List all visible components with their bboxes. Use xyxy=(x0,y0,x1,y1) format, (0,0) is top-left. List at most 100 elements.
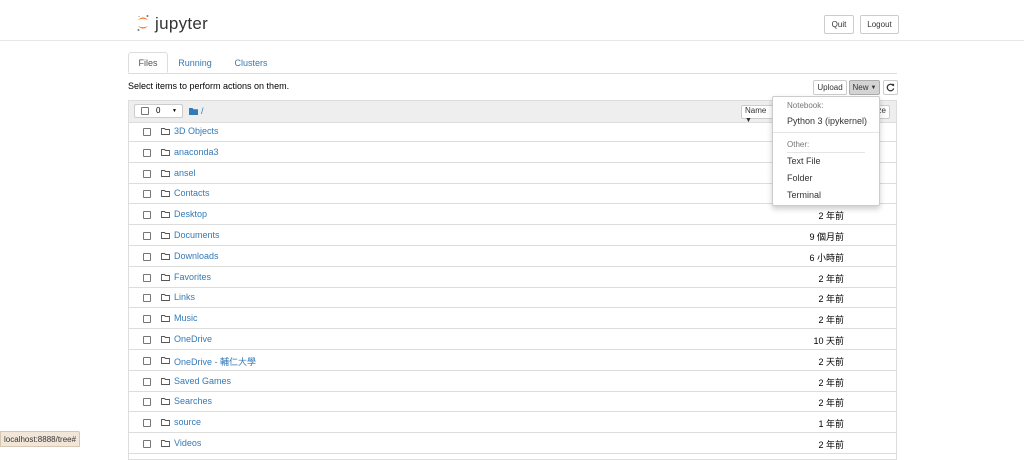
folder-icon xyxy=(161,273,170,281)
row-checkbox[interactable] xyxy=(143,294,151,303)
item-name-link[interactable]: ansel xyxy=(174,168,196,178)
item-modified-time: 10 天前 xyxy=(813,336,844,346)
item-name-link[interactable]: 3D Objects xyxy=(174,126,219,136)
row-checkbox[interactable] xyxy=(143,356,151,365)
folder-icon xyxy=(161,377,170,385)
row-checkbox[interactable] xyxy=(143,211,151,220)
item-name-link[interactable]: OneDrive xyxy=(174,334,212,344)
row-checkbox[interactable] xyxy=(143,190,151,199)
item-name-link[interactable]: Desktop xyxy=(174,209,207,219)
instructions-text: Select items to perform actions on them. xyxy=(128,81,290,91)
list-item[interactable]: Documents 9 個月前 xyxy=(129,226,896,246)
caret-down-icon: ▼ xyxy=(870,84,877,91)
item-modified-time: 2 年前 xyxy=(818,398,844,409)
item-modified-time: 9 個月前 xyxy=(809,232,844,242)
select-all-checkbox[interactable] xyxy=(141,107,149,115)
list-item[interactable]: OneDrive 10 天前 xyxy=(129,330,896,350)
row-checkbox[interactable] xyxy=(143,315,151,324)
list-item[interactable]: Downloads 6 小時前 xyxy=(129,247,896,267)
list-item[interactable]: Favorites 2 年前 xyxy=(129,268,896,288)
list-item[interactable]: Searches 2 年前 xyxy=(129,392,896,413)
folder-icon xyxy=(161,336,170,343)
breadcrumb-root[interactable]: / xyxy=(201,106,204,116)
list-item[interactable]: Desktop 2 年前 xyxy=(129,205,896,226)
list-item[interactable]: OneDrive - 輔仁大學 2 天前 xyxy=(129,351,896,371)
row-checkbox[interactable] xyxy=(143,169,151,178)
list-item[interactable]: Videos 2 年前 xyxy=(129,434,896,454)
item-name-link[interactable]: OneDrive - 輔仁大學 xyxy=(174,355,256,368)
new-dropdown-button[interactable]: New ▼ xyxy=(849,80,880,95)
item-name-link[interactable]: Favorites xyxy=(174,272,211,282)
folder-icon xyxy=(161,398,170,406)
row-checkbox[interactable] xyxy=(143,128,151,136)
item-name-link[interactable]: anaconda3 xyxy=(174,147,219,157)
jupyter-logo-icon xyxy=(137,15,149,31)
quit-button[interactable]: Quit xyxy=(824,15,854,34)
name-col-label: Name xyxy=(745,106,767,115)
new-text-file[interactable]: Text File xyxy=(787,156,821,166)
item-modified-time: 2 年前 xyxy=(818,294,844,305)
item-modified-time: 2 年前 xyxy=(818,273,844,284)
folder-icon xyxy=(161,232,170,239)
folder-icon xyxy=(161,440,170,447)
folder-icon xyxy=(161,190,170,198)
folder-icon xyxy=(161,356,170,364)
tab-clusters[interactable]: Clusters xyxy=(226,52,276,73)
select-all-dropdown[interactable]: 0 ▼ xyxy=(134,104,183,118)
folder-icon xyxy=(161,211,170,219)
row-checkbox[interactable] xyxy=(143,148,151,157)
tab-files[interactable]: Files xyxy=(128,52,168,73)
item-name-link[interactable]: Documents xyxy=(174,230,220,240)
row-checkbox[interactable] xyxy=(143,419,151,428)
folder-icon xyxy=(161,148,170,156)
status-url-tooltip: localhost:8888/tree# xyxy=(0,431,81,447)
menu-divider xyxy=(787,152,865,153)
row-checkbox[interactable] xyxy=(143,377,151,386)
other-section-header: Other: xyxy=(787,140,810,149)
logout-button[interactable]: Logout xyxy=(860,15,899,34)
selected-count: 0 xyxy=(156,106,161,115)
tab-running[interactable]: Running xyxy=(172,52,218,73)
row-checkbox[interactable] xyxy=(143,252,151,261)
caret-down-icon: ▼ xyxy=(172,108,177,114)
menu-divider xyxy=(773,132,879,133)
row-checkbox[interactable] xyxy=(143,398,151,407)
item-name-link[interactable]: Saved Games xyxy=(174,376,231,386)
item-name-link[interactable]: Music xyxy=(174,313,198,323)
item-modified-time: 2 年前 xyxy=(818,440,844,450)
item-modified-time: 2 年前 xyxy=(818,315,844,326)
refresh-button[interactable] xyxy=(883,80,898,95)
new-folder[interactable]: Folder xyxy=(787,173,813,183)
tab-bar: Files Running Clusters xyxy=(128,52,897,74)
sort-by-name-button[interactable]: Name ▼ xyxy=(741,105,775,124)
list-item[interactable]: Links 2 年前 xyxy=(129,288,896,309)
row-checkbox[interactable] xyxy=(143,232,151,240)
item-modified-time: 2 天前 xyxy=(818,356,844,367)
list-item[interactable]: source 1 年前 xyxy=(129,413,896,434)
notebook-section-header: Notebook: xyxy=(787,101,824,110)
folder-icon xyxy=(161,128,170,135)
new-button-label: New xyxy=(852,83,869,92)
item-modified-time: 2 年前 xyxy=(818,377,844,388)
folder-home-icon[interactable] xyxy=(189,108,198,115)
list-item[interactable]: Music 2 年前 xyxy=(129,309,896,330)
refresh-icon xyxy=(886,83,895,92)
item-name-link[interactable]: Links xyxy=(174,292,195,302)
item-modified-time: 2 年前 xyxy=(818,211,844,222)
upload-button[interactable]: Upload xyxy=(813,80,847,95)
item-name-link[interactable]: Contacts xyxy=(174,188,210,198)
folder-icon xyxy=(161,294,170,302)
logo-text: jupyter xyxy=(155,14,209,33)
item-name-link[interactable]: Downloads xyxy=(174,251,219,261)
header-bar: jupyter Quit Logout xyxy=(0,0,1024,41)
row-checkbox[interactable] xyxy=(143,336,151,344)
new-dropdown-menu: Notebook: Python 3 (ipykernel) Other: Te… xyxy=(772,96,880,206)
new-python3-notebook[interactable]: Python 3 (ipykernel) xyxy=(787,116,867,126)
folder-icon xyxy=(161,419,170,427)
item-name-link[interactable]: source xyxy=(174,417,201,427)
row-checkbox[interactable] xyxy=(143,273,151,282)
item-modified-time: 1 年前 xyxy=(818,419,844,430)
new-terminal[interactable]: Terminal xyxy=(787,190,821,200)
list-item[interactable]: Saved Games 2 年前 xyxy=(129,372,896,392)
item-name-link[interactable]: Searches xyxy=(174,396,212,406)
